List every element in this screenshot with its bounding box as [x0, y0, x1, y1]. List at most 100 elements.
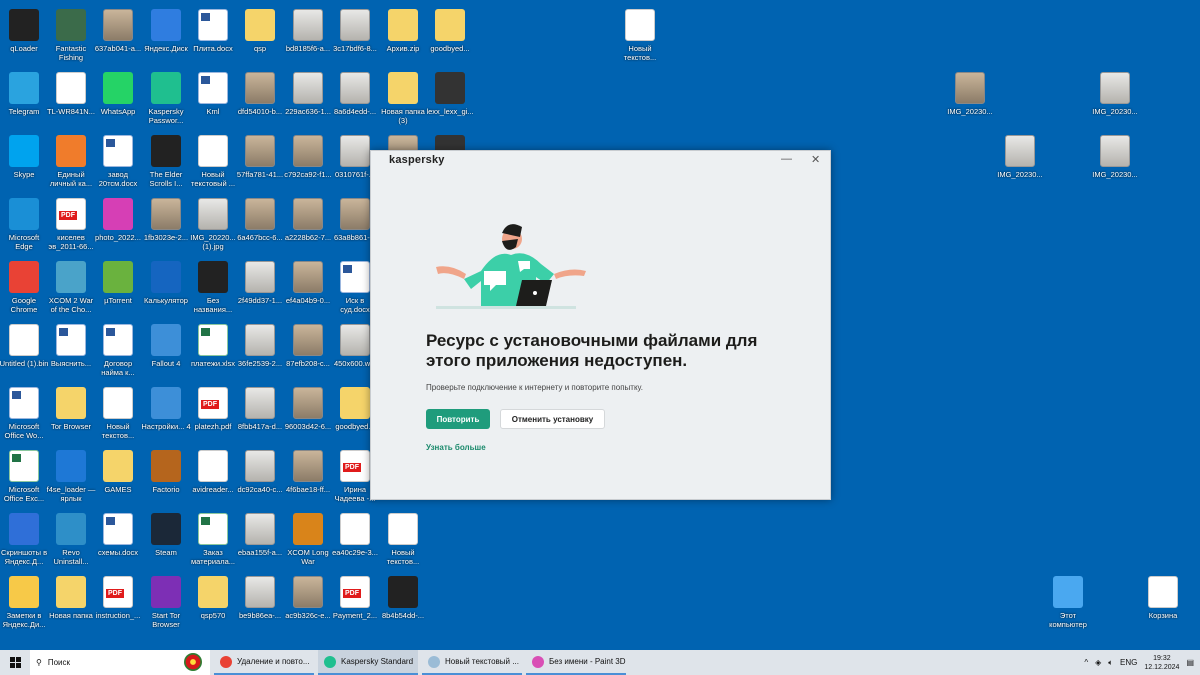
- desktop-icon[interactable]: TL-WR841N...: [47, 68, 95, 130]
- desktop-icon[interactable]: 36fe2539-2...: [236, 320, 284, 382]
- desktop-icon[interactable]: 96003d42-6...: [284, 383, 332, 445]
- desktop-icon[interactable]: be9b86ea-...: [236, 572, 284, 634]
- desktop-icon[interactable]: Корзина: [1139, 572, 1187, 634]
- desktop-icon[interactable]: Заказ материала...: [189, 509, 237, 571]
- desktop-icon[interactable]: Новая папка (3): [379, 68, 427, 130]
- desktop-icon[interactable]: dfd54010-b...: [236, 68, 284, 130]
- desktop-icon[interactable]: 8a6d4edd-...: [331, 68, 379, 130]
- cancel-install-button[interactable]: Отменить установку: [500, 409, 605, 429]
- desktop-icon[interactable]: завод 20тсм.docx: [94, 131, 142, 193]
- desktop-icon[interactable]: IMG_20230...: [996, 131, 1044, 193]
- minimize-button[interactable]: —: [781, 153, 792, 165]
- desktop-icon[interactable]: Архив.zip: [379, 5, 427, 67]
- desktop-icon[interactable]: 4f6bae18-ff...: [284, 446, 332, 508]
- desktop-icon[interactable]: IMG_20230...: [1091, 131, 1139, 193]
- desktop-icon[interactable]: ef4a04b9-0...: [284, 257, 332, 319]
- taskbar-app[interactable]: Удаление и повто...: [214, 650, 314, 675]
- taskbar-app[interactable]: Новый текстовый ...: [422, 650, 522, 675]
- desktop-icon[interactable]: 57ffa781-41...: [236, 131, 284, 193]
- language-indicator[interactable]: ENG: [1120, 658, 1137, 667]
- desktop-icon[interactable]: Калькулятор: [142, 257, 190, 319]
- desktop-icon[interactable]: Microsoft Office Wo...: [0, 383, 48, 445]
- desktop-icon[interactable]: Новый текстовый ...: [189, 131, 237, 193]
- desktop-icon[interactable]: XCOM 2 War of the Cho...: [47, 257, 95, 319]
- desktop-icon[interactable]: Этот компьютер: [1044, 572, 1092, 634]
- desktop-icon[interactable]: 8b4b54dd-...: [379, 572, 427, 634]
- desktop-icon[interactable]: Единый личный ка...: [47, 131, 95, 193]
- desktop-icon[interactable]: 8fbb417a-d...: [236, 383, 284, 445]
- desktop-icon[interactable]: instruction_...: [94, 572, 142, 634]
- desktop-icon[interactable]: bd8185f6-a...: [284, 5, 332, 67]
- desktop-icon[interactable]: goodbyed...: [426, 5, 474, 67]
- desktop-icon[interactable]: 6a467bcc-6...: [236, 194, 284, 256]
- desktop-icon[interactable]: Плита.docx: [189, 5, 237, 67]
- desktop-icon[interactable]: Новый текстов...: [616, 5, 664, 67]
- chevron-up-icon[interactable]: ^: [1084, 658, 1088, 667]
- desktop-icon[interactable]: The Elder Scrolls I...: [142, 131, 190, 193]
- desktop-icon[interactable]: qsp570: [189, 572, 237, 634]
- desktop-icon[interactable]: 229ac636-1...: [284, 68, 332, 130]
- desktop-icon[interactable]: Skype: [0, 131, 48, 193]
- desktop-icon[interactable]: Microsoft Edge: [0, 194, 48, 256]
- desktop-icon[interactable]: Fantastic Fishing: [47, 5, 95, 67]
- desktop-icon[interactable]: Untitled (1).bin: [0, 320, 48, 382]
- desktop-icon[interactable]: платежи.xlsx: [189, 320, 237, 382]
- desktop-icon[interactable]: Steam: [142, 509, 190, 571]
- desktop-icon[interactable]: f4se_loader — ярлык: [47, 446, 95, 508]
- notifications-icon[interactable]: ▤: [1186, 658, 1194, 667]
- desktop-icon[interactable]: Настройки... 4: [141, 383, 191, 445]
- desktop-icon[interactable]: Fallout 4: [142, 320, 190, 382]
- desktop-icon[interactable]: Payment_2...: [331, 572, 379, 634]
- desktop-icon[interactable]: qLoader: [0, 5, 48, 67]
- desktop-icon[interactable]: Start Tor Browser: [142, 572, 190, 634]
- retry-button[interactable]: Повторить: [426, 409, 490, 429]
- desktop-icon[interactable]: IMG_20220... (1).jpg: [189, 194, 237, 256]
- search-box[interactable]: ⚲ Поиск: [30, 650, 210, 675]
- desktop-icon[interactable]: qsp: [236, 5, 284, 67]
- desktop-icon[interactable]: схемы.docx: [94, 509, 142, 571]
- desktop-icon[interactable]: 87efb208-c...: [284, 320, 332, 382]
- desktop-icon[interactable]: 3c17bdf6-8...: [331, 5, 379, 67]
- desktop-icon[interactable]: Kml: [189, 68, 237, 130]
- desktop-icon[interactable]: Выяснить...: [47, 320, 95, 382]
- desktop-icon[interactable]: platezh.pdf: [189, 383, 237, 445]
- desktop-icon[interactable]: c792ca92-f1...: [284, 131, 332, 193]
- desktop-icon[interactable]: ea40c29e-3...: [331, 509, 379, 571]
- desktop-icon[interactable]: Договор найма к...: [94, 320, 142, 382]
- desktop-icon[interactable]: 637ab041-a...: [94, 5, 142, 67]
- desktop-icon[interactable]: Заметки в Яндекс.Ди...: [0, 572, 48, 634]
- taskbar-app[interactable]: Без имени - Paint 3D: [526, 650, 626, 675]
- clock[interactable]: 19:32 12.12.2024: [1144, 654, 1179, 672]
- desktop-icon[interactable]: avidreader...: [189, 446, 237, 508]
- desktop-icon[interactable]: dc92ca40-c...: [236, 446, 284, 508]
- desktop-icon[interactable]: IMG_20230...: [946, 68, 994, 130]
- desktop-icon[interactable]: µTorrent: [94, 257, 142, 319]
- start-button[interactable]: [0, 650, 30, 675]
- desktop-icon[interactable]: ebaa155f-a...: [236, 509, 284, 571]
- desktop-icon[interactable]: a2228b62-7...: [284, 194, 332, 256]
- learn-more-link[interactable]: Узнать больше: [426, 443, 486, 452]
- desktop-icon[interactable]: WhatsApp: [94, 68, 142, 130]
- desktop-icon[interactable]: 1fb3023e-2...: [142, 194, 190, 256]
- network-icon[interactable]: ◈: [1095, 658, 1101, 667]
- desktop-icon[interactable]: Tor Browser: [47, 383, 95, 445]
- desktop-icon[interactable]: GAMES: [94, 446, 142, 508]
- desktop-icon[interactable]: Kaspersky Passwor...: [142, 68, 190, 130]
- desktop-icon[interactable]: XCOM Long War: [284, 509, 332, 571]
- desktop-icon[interactable]: Telegram: [0, 68, 48, 130]
- desktop-icon[interactable]: Новый текстов...: [379, 509, 427, 571]
- desktop-icon[interactable]: 2f49dd37-1...: [236, 257, 284, 319]
- taskbar-app[interactable]: Kaspersky Standard: [318, 650, 418, 675]
- desktop-icon[interactable]: Без названия...: [189, 257, 237, 319]
- desktop-icon[interactable]: Скриншоты в Яндекс.Д...: [0, 509, 48, 571]
- desktop-icon[interactable]: photo_2022...: [94, 194, 142, 256]
- desktop-icon[interactable]: lexx_lexx_gi...: [426, 68, 474, 130]
- volume-icon[interactable]: 🔈︎: [1108, 658, 1113, 668]
- desktop-icon[interactable]: киселев эв_2011-66...: [47, 194, 95, 256]
- desktop-icon[interactable]: ac9b326c-e...: [284, 572, 332, 634]
- desktop-icon[interactable]: Google Chrome: [0, 257, 48, 319]
- desktop-icon[interactable]: IMG_20230...: [1091, 68, 1139, 130]
- desktop-icon[interactable]: Новая папка: [47, 572, 95, 634]
- close-button[interactable]: ✕: [811, 153, 820, 166]
- desktop-icon[interactable]: Revo Uninstall...: [47, 509, 95, 571]
